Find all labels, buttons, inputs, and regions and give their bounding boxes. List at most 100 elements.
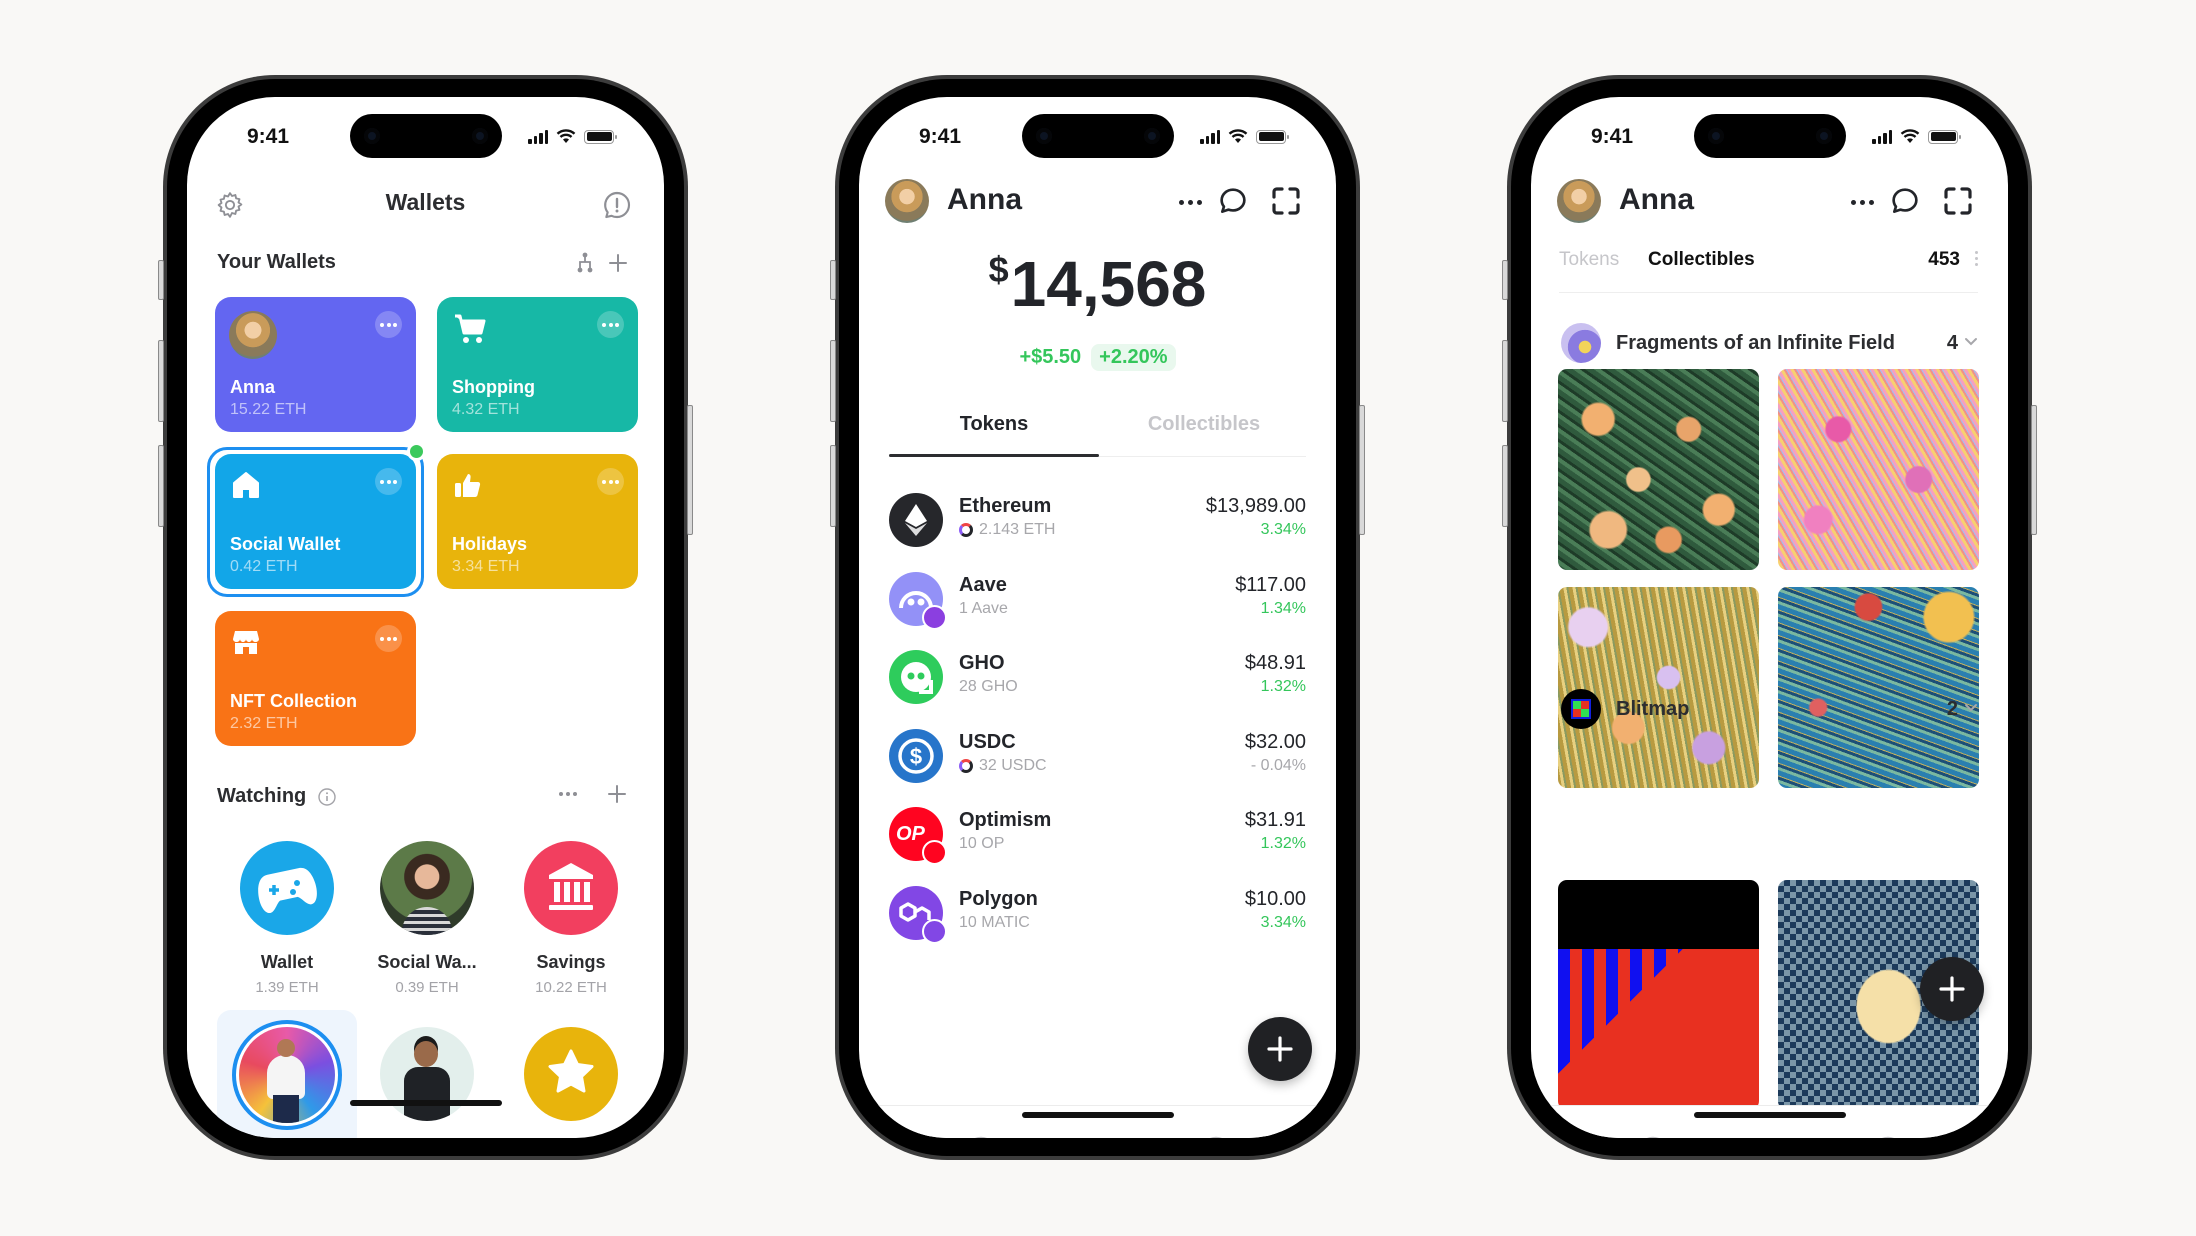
token-amount-text: 1 Aave xyxy=(959,599,1008,617)
compass-icon[interactable] xyxy=(1199,1134,1233,1138)
collection-count: 2 xyxy=(1946,698,1958,720)
globe-icon[interactable] xyxy=(1871,1134,1905,1138)
tab-tokens[interactable]: Tokens xyxy=(889,413,1099,436)
user-name[interactable]: Anna xyxy=(1619,183,1694,217)
token-change: 1.32% xyxy=(1260,678,1306,695)
user-avatar[interactable] xyxy=(885,179,929,223)
token-row-ethereum[interactable]: Ethereum 2.143 ETH $13,989.00 3.34% xyxy=(889,493,1306,553)
nft-image[interactable] xyxy=(1558,587,1759,788)
collection-header-blitmap[interactable]: Blitmap 2 xyxy=(1561,689,1978,729)
watch-name: Social Wa... xyxy=(377,952,477,972)
status-time: 9:41 xyxy=(247,125,290,148)
nft-image[interactable] xyxy=(1778,587,1979,788)
wallet-name: Shopping xyxy=(452,377,535,397)
ethereum-icon xyxy=(905,504,927,536)
change-amount: +$5.50 xyxy=(1019,346,1082,368)
options-menu-button[interactable] xyxy=(1975,251,1978,266)
clock-icon[interactable] xyxy=(964,1134,998,1138)
action-button xyxy=(1502,260,1508,300)
watch-item-wallet[interactable]: Wallet 1.39 ETH xyxy=(217,841,357,996)
nft-image[interactable] xyxy=(1778,369,1979,570)
info-icon[interactable] xyxy=(317,787,337,807)
home-icon xyxy=(233,472,259,498)
token-amount-text: 32 USDC xyxy=(979,756,1047,774)
token-row-polygon[interactable]: Polygon 10 MATIC $10.00 3.34% xyxy=(889,885,1306,946)
power-button xyxy=(1359,405,1365,535)
plus-icon xyxy=(1267,1036,1293,1062)
token-amount: 10 MATIC xyxy=(959,914,1030,932)
scan-icon[interactable] xyxy=(1270,185,1302,217)
add-watch-icon[interactable] xyxy=(607,784,627,804)
add-wallet-icon[interactable] xyxy=(608,253,628,273)
chat-icon[interactable] xyxy=(1889,185,1921,217)
token-amount: 2.143 ETH xyxy=(959,521,1055,539)
token-row-gho[interactable]: GHO 28 GHO $48.91 1.32% xyxy=(889,650,1306,710)
watch-item-savings[interactable]: Savings 10.22 ETH xyxy=(501,841,641,996)
scan-icon[interactable] xyxy=(1942,185,1974,217)
total-balance: $14,568 xyxy=(859,247,1336,321)
dynamic-island xyxy=(1693,114,1846,158)
token-value: $32.00 xyxy=(1244,730,1306,753)
active-tab-indicator xyxy=(889,454,1099,457)
more-button[interactable] xyxy=(375,311,402,338)
chevron-down-icon[interactable] xyxy=(1964,337,1978,347)
avatar xyxy=(239,1027,335,1123)
more-menu-button[interactable] xyxy=(1851,200,1874,205)
wallet-card-shopping[interactable]: Shopping 4.32 ETH xyxy=(437,297,638,432)
chevron-down-icon[interactable] xyxy=(1964,703,1978,713)
wallet-icon[interactable] xyxy=(1753,1134,1787,1138)
alert-bubble-icon[interactable] xyxy=(601,189,633,221)
more-button[interactable] xyxy=(597,468,624,495)
watching-more-button[interactable] xyxy=(559,792,577,796)
collection-icon xyxy=(1561,323,1601,363)
phone-wallets: 9:41 Wallets Your Wallets Anna 15.22 ETH… xyxy=(158,75,693,1160)
more-button[interactable] xyxy=(597,311,624,338)
wallet-card-nft-collection[interactable]: NFT Collection 2.32 ETH xyxy=(215,611,416,746)
wallet-card-social[interactable]: Social Wallet 0.42 ETH xyxy=(215,454,416,589)
wallet-icon[interactable] xyxy=(1081,1134,1115,1138)
watch-item-social[interactable]: Social Wa... 0.39 ETH xyxy=(357,841,497,996)
hierarchy-icon[interactable] xyxy=(575,252,595,274)
svg-text:OP: OP xyxy=(896,823,926,845)
add-fab-button[interactable] xyxy=(1248,1017,1312,1081)
nft-image[interactable] xyxy=(1558,880,1759,1110)
more-button[interactable] xyxy=(375,625,402,652)
token-change: - 0.04% xyxy=(1250,756,1306,774)
wallet-card-anna[interactable]: Anna 15.22 ETH xyxy=(215,297,416,432)
star-icon xyxy=(548,1049,594,1093)
more-menu-button[interactable] xyxy=(1179,200,1202,205)
gho-icon xyxy=(901,662,933,694)
page-title: Wallets xyxy=(385,189,466,215)
tab-collectibles[interactable]: Collectibles xyxy=(1648,249,1755,271)
chat-icon[interactable] xyxy=(1217,185,1249,217)
token-name: Ethereum xyxy=(959,495,1052,517)
watch-item-5[interactable] xyxy=(357,1027,497,1121)
token-row-optimism[interactable]: OP Optimism 10 OP $31.91 1.32% xyxy=(889,807,1306,867)
watch-item-4[interactable] xyxy=(217,1020,357,1130)
user-avatar[interactable] xyxy=(1557,179,1601,223)
token-amount-text: 2.143 ETH xyxy=(979,521,1056,538)
signal-icon xyxy=(1872,129,1892,144)
user-name[interactable]: Anna xyxy=(947,183,1022,217)
signal-icon xyxy=(528,129,548,144)
watch-item-6[interactable] xyxy=(501,1027,641,1121)
wallet-balance: 2.32 ETH xyxy=(230,715,298,732)
currency-symbol: $ xyxy=(988,249,1009,290)
collection-header-fragments[interactable]: Fragments of an Infinite Field 4 xyxy=(1561,323,1978,363)
usdc-icon: $ xyxy=(898,737,934,774)
wallet-card-holidays[interactable]: Holidays 3.34 ETH xyxy=(437,454,638,589)
tab-tokens[interactable]: Tokens xyxy=(1559,249,1619,271)
tab-collectibles[interactable]: Collectibles xyxy=(1099,413,1309,436)
wallet-balance: 3.34 ETH xyxy=(452,558,520,575)
add-fab-button[interactable] xyxy=(1920,957,1984,1021)
wifi-icon xyxy=(556,129,576,143)
collection-count: 4 xyxy=(1946,332,1958,354)
token-row-usdc[interactable]: $ USDC 32 USDC $32.00 - 0.04% xyxy=(889,728,1306,789)
wifi-icon xyxy=(1228,129,1248,143)
more-button[interactable] xyxy=(375,468,402,495)
phone-tokens: 9:41 Anna $14,568 +$5.50 +2.20% Tokens C… xyxy=(830,75,1365,1160)
token-change: 1.32% xyxy=(1260,835,1306,852)
clock-icon[interactable] xyxy=(1636,1134,1670,1138)
nft-image[interactable] xyxy=(1558,369,1759,570)
token-row-aave[interactable]: Aave 1 Aave $117.00 1.34% xyxy=(889,571,1306,632)
